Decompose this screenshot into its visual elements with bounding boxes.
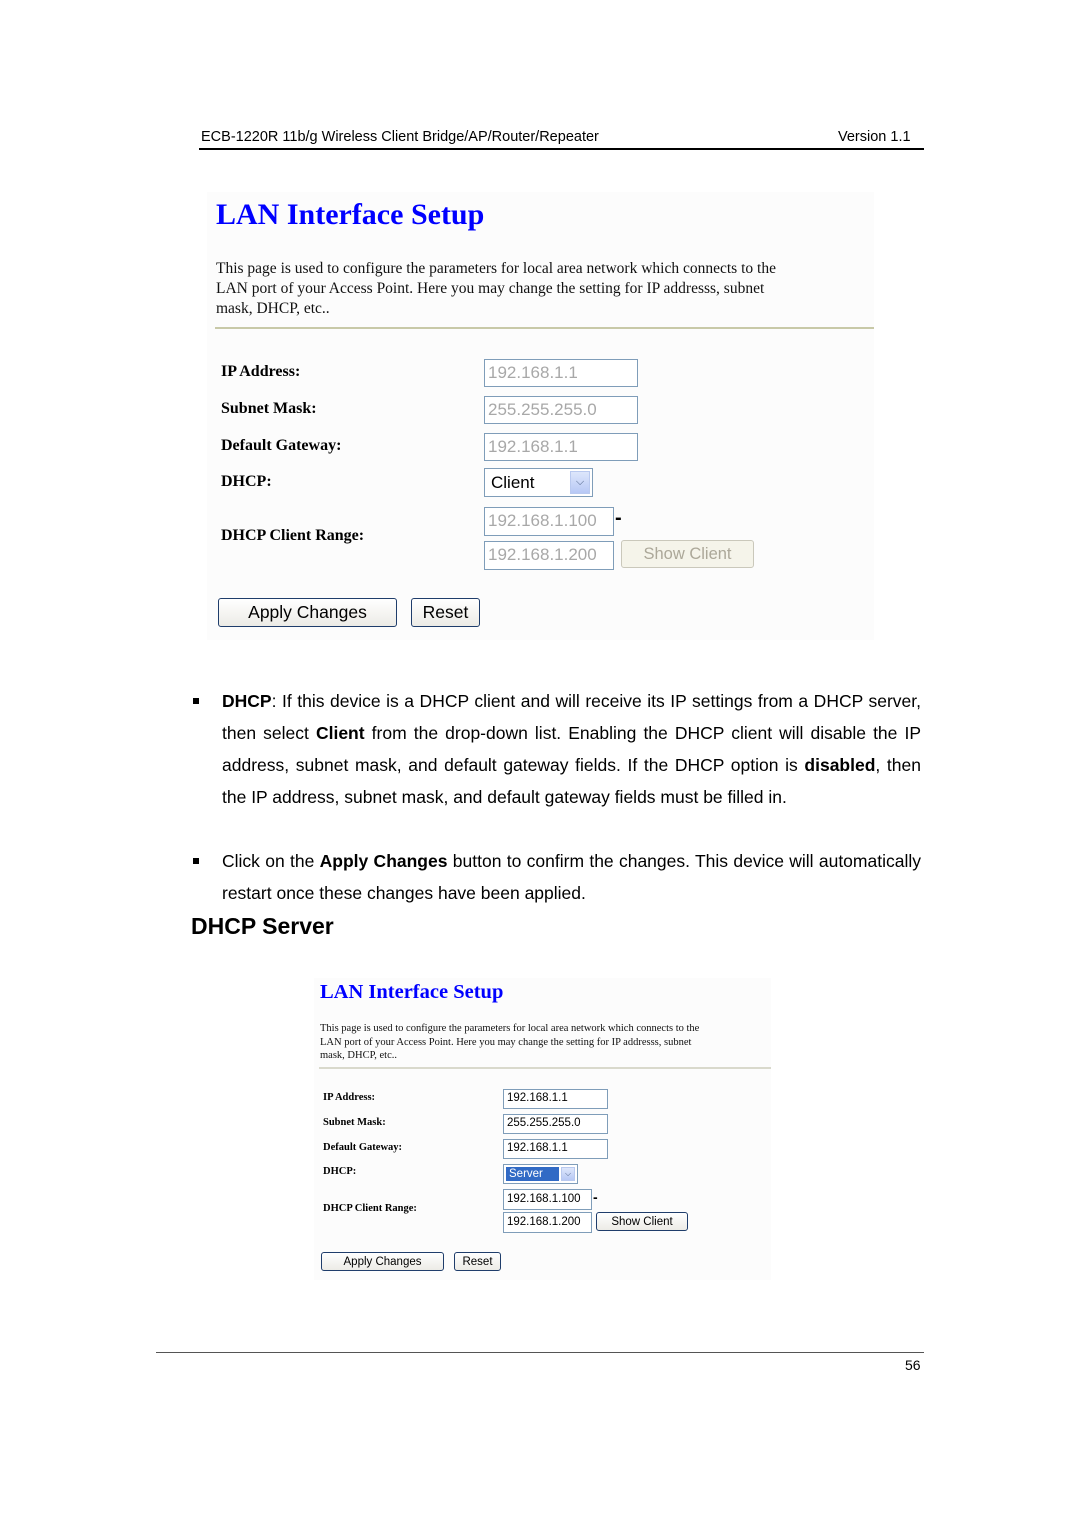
default-gateway-label: Default Gateway: (221, 437, 342, 454)
bullet-marker (193, 858, 199, 864)
description-divider (319, 1067, 771, 1069)
header-divider (199, 148, 924, 150)
bullet-marker (193, 698, 199, 704)
description-divider (215, 327, 874, 329)
chevron-down-icon[interactable]: ⌵ (570, 471, 590, 494)
lan-setup-title: LAN Interface Setup (216, 198, 485, 231)
page-number: 56 (905, 1357, 921, 1373)
default-gateway-input[interactable]: 192.168.1.1 (484, 433, 638, 461)
subnet-mask-input[interactable]: 255.255.255.0 (503, 1114, 608, 1134)
subnet-mask-label: Subnet Mask: (323, 1117, 386, 1128)
document-header-title: ECB-1220R 11b/g Wireless Client Bridge/A… (201, 129, 599, 145)
dhcp-client-range-label: DHCP Client Range: (221, 527, 365, 544)
section-heading-dhcp-server: DHCP Server (191, 913, 334, 939)
dhcp-label: DHCP: (221, 473, 272, 490)
ip-address-label: IP Address: (323, 1092, 376, 1103)
apply-changes-bullet-text: Click on the Apply Changes button to con… (222, 851, 921, 903)
default-gateway-input[interactable]: 192.168.1.1 (503, 1139, 608, 1159)
ip-address-input[interactable]: 192.168.1.1 (484, 359, 638, 387)
show-client-button[interactable]: Show Client (596, 1212, 688, 1231)
dhcp-range-start-input[interactable]: 192.168.1.100 (503, 1189, 592, 1210)
dhcp-label: DHCP: (323, 1166, 357, 1177)
dhcp-select[interactable]: Server ⌵ (503, 1164, 578, 1184)
lan-setup-description: This page is used to configure the param… (320, 1023, 700, 1061)
show-client-button[interactable]: Show Client (621, 540, 754, 568)
apply-changes-button[interactable]: Apply Changes (218, 598, 397, 627)
dhcp-range-end-input[interactable]: 192.168.1.200 (484, 541, 614, 570)
dhcp-select[interactable]: Client ⌵ (484, 468, 593, 497)
apply-changes-button[interactable]: Apply Changes (321, 1252, 444, 1271)
chevron-down-icon[interactable]: ⌵ (561, 1167, 575, 1181)
range-separator: - (593, 1189, 598, 1205)
lan-setup-screenshot-server: LAN Interface Setup This page is used to… (314, 978, 771, 1280)
subnet-mask-label: Subnet Mask: (221, 400, 317, 417)
dhcp-range-end-input[interactable]: 192.168.1.200 (503, 1212, 592, 1233)
dhcp-client-range-label: DHCP Client Range: (323, 1203, 417, 1214)
lan-setup-description: This page is used to configure the param… (216, 260, 776, 317)
default-gateway-label: Default Gateway: (323, 1142, 403, 1153)
footer-divider (156, 1352, 924, 1353)
lan-setup-screenshot-client: LAN Interface Setup This page is used to… (207, 192, 874, 640)
subnet-mask-input[interactable]: 255.255.255.0 (484, 396, 638, 424)
document-version: Version 1.1 (838, 129, 911, 145)
dhcp-range-start-input[interactable]: 192.168.1.100 (484, 507, 614, 536)
lan-setup-title: LAN Interface Setup (320, 981, 504, 1003)
range-separator: - (615, 507, 622, 529)
ip-address-input[interactable]: 192.168.1.1 (503, 1089, 608, 1109)
ip-address-label: IP Address: (221, 363, 301, 380)
dhcp-bullet-text: DHCP: If this device is a DHCP client an… (222, 691, 922, 807)
reset-button[interactable]: Reset (411, 598, 480, 627)
reset-button[interactable]: Reset (454, 1252, 501, 1271)
